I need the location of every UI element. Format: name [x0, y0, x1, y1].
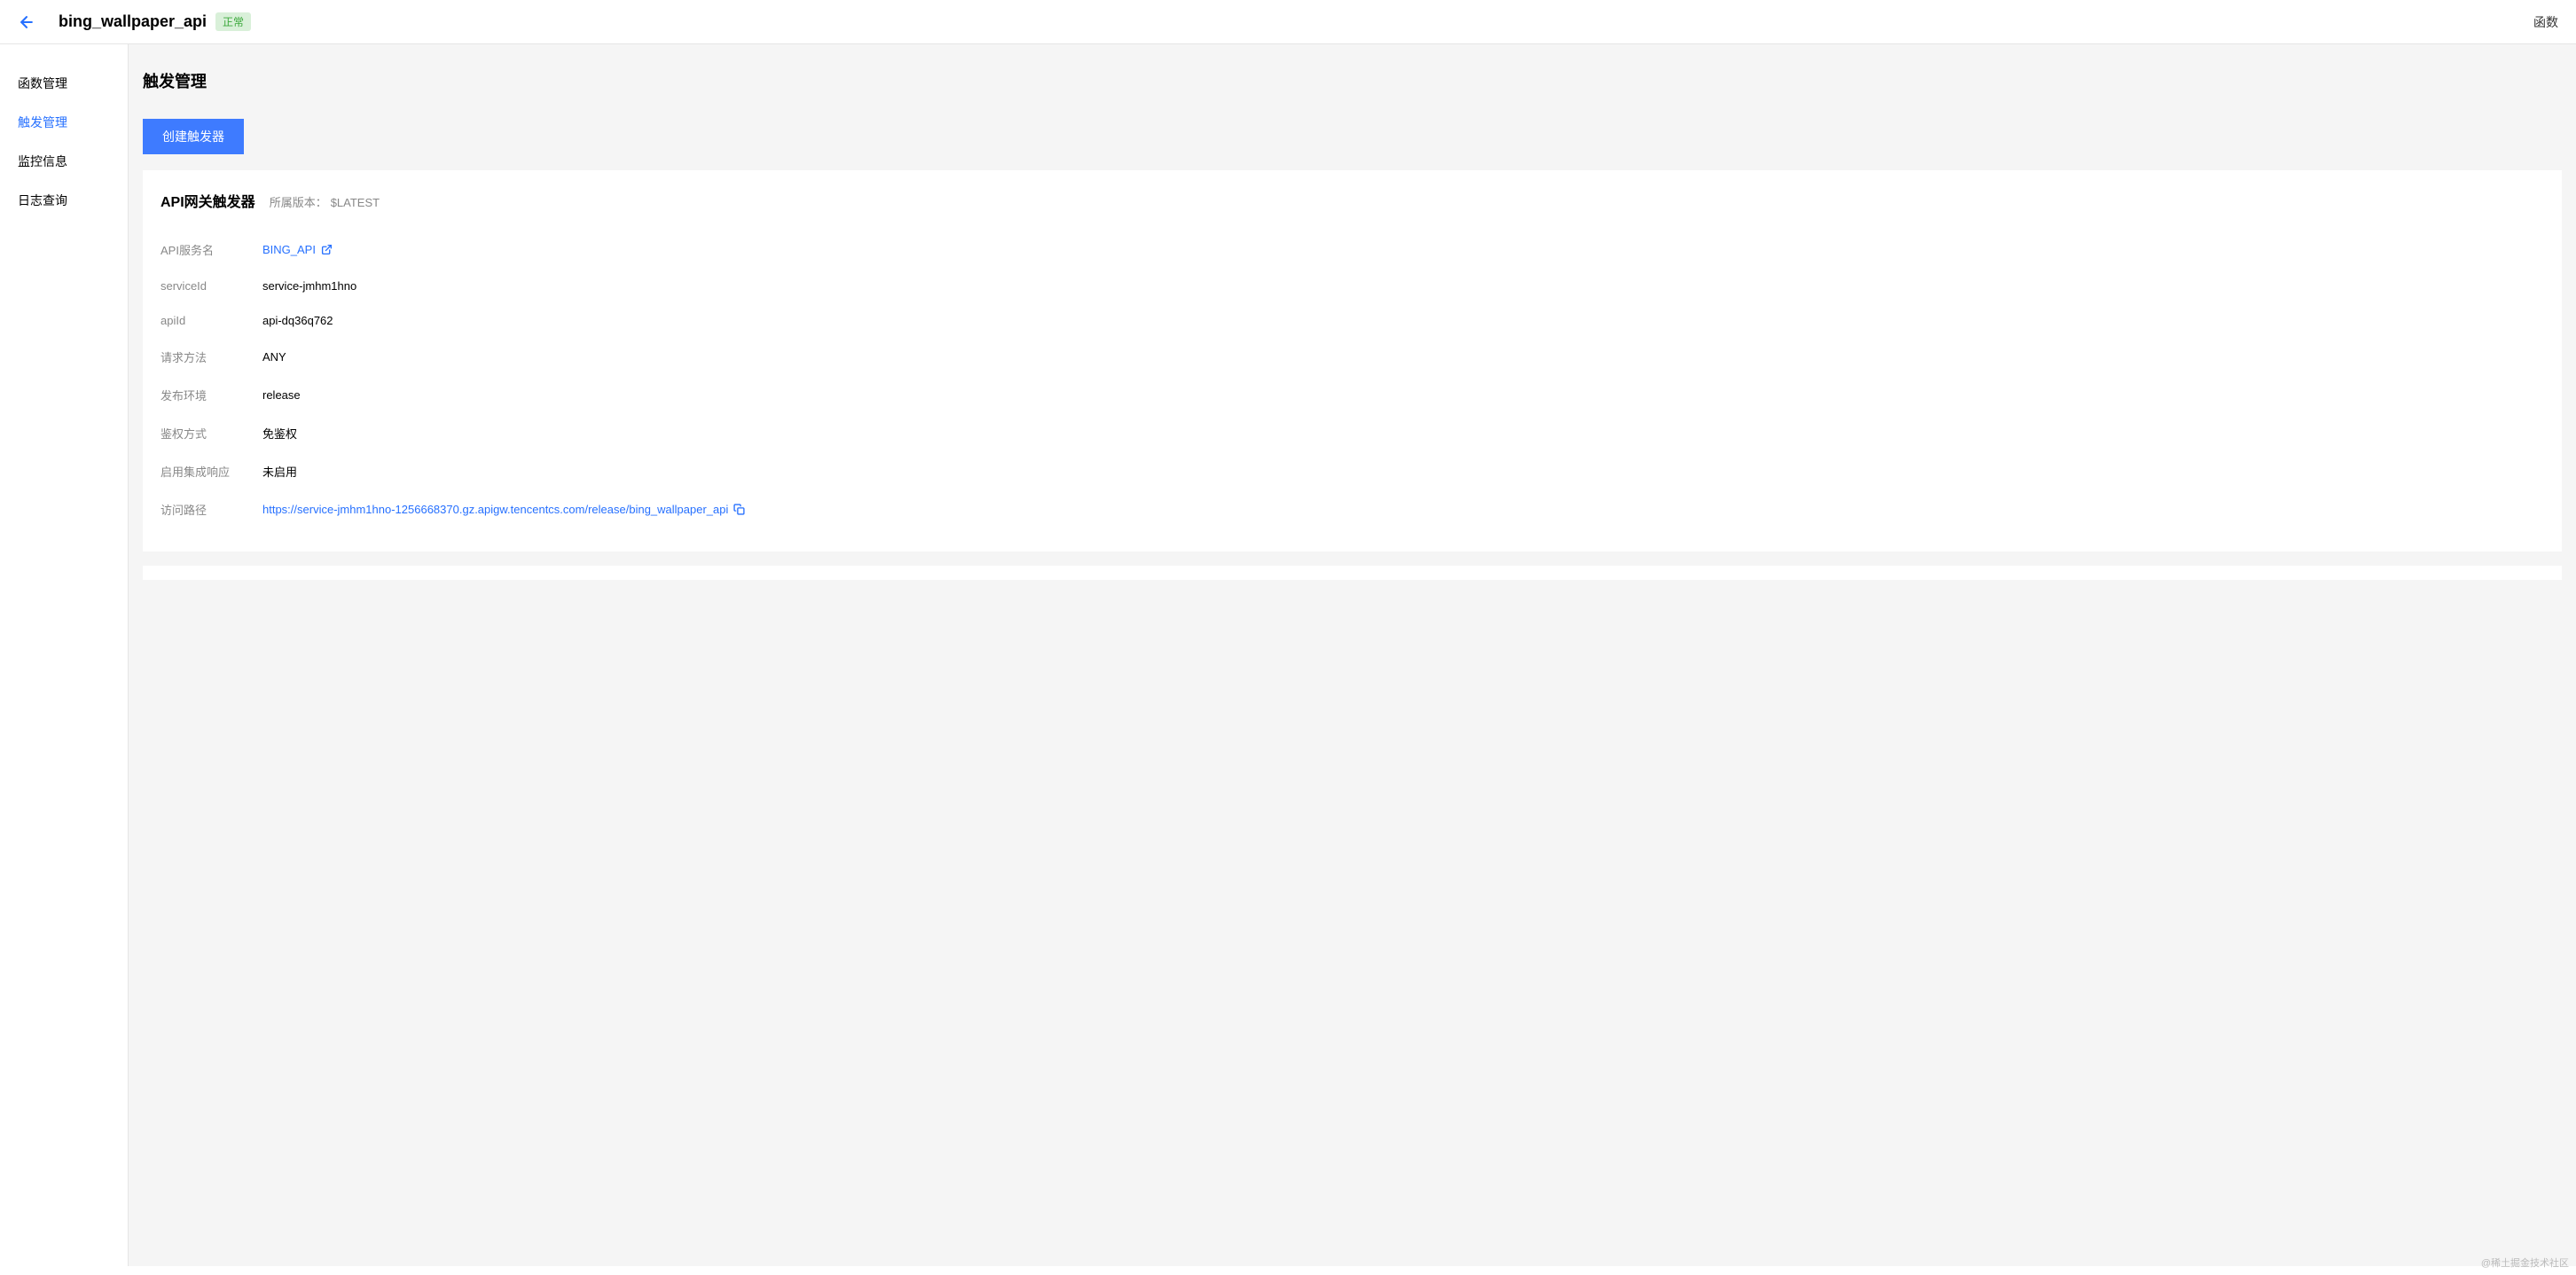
field-label: 请求方法 — [161, 348, 262, 365]
field-value: ANY — [262, 350, 286, 364]
card-version-value: $LATEST — [331, 196, 380, 209]
main-content: 触发管理 创建触发器 API网关触发器 所属版本： $LATEST API服务名… — [129, 44, 2576, 1266]
field-label: 访问路径 — [161, 501, 262, 518]
trigger-card-next — [143, 566, 2562, 580]
field-value: service-jmhm1hno — [262, 279, 356, 293]
status-badge: 正常 — [215, 12, 251, 31]
field-row-auth-method: 鉴权方式 免鉴权 — [161, 414, 2544, 452]
create-trigger-button[interactable]: 创建触发器 — [143, 119, 244, 154]
field-label: API服务名 — [161, 241, 262, 258]
field-value: release — [262, 388, 301, 402]
field-label: serviceId — [161, 279, 262, 293]
sidebar: 函数管理 触发管理 监控信息 日志查询 — [0, 44, 129, 1266]
page-heading: 触发管理 — [143, 69, 2576, 92]
page-header: bing_wallpaper_api 正常 函数 — [0, 0, 2576, 44]
field-row-access-path: 访问路径 https://service-jmhm1hno-1256668370… — [161, 490, 2544, 528]
field-label: apiId — [161, 314, 262, 327]
field-row-api-service-name: API服务名 BING_API — [161, 231, 2544, 269]
trigger-card: API网关触发器 所属版本： $LATEST API服务名 BING_API — [143, 170, 2562, 551]
field-row-integration-response: 启用集成响应 未启用 — [161, 452, 2544, 490]
card-title: API网关触发器 — [161, 190, 255, 211]
field-label: 发布环境 — [161, 387, 262, 403]
sidebar-item-monitor[interactable]: 监控信息 — [0, 142, 128, 181]
access-path-link[interactable]: https://service-jmhm1hno-1256668370.gz.a… — [262, 503, 745, 516]
field-value-text: https://service-jmhm1hno-1256668370.gz.a… — [262, 503, 728, 516]
external-link-icon — [321, 244, 333, 255]
field-value: api-dq36q762 — [262, 314, 333, 327]
api-service-link[interactable]: BING_API — [262, 243, 333, 256]
sidebar-item-label: 函数管理 — [18, 76, 67, 90]
field-row-service-id: serviceId service-jmhm1hno — [161, 269, 2544, 303]
watermark: @稀土掘金技术社区 — [2481, 1255, 2569, 1270]
card-version-label: 所属版本： — [270, 193, 327, 210]
sidebar-item-logs[interactable]: 日志查询 — [0, 181, 128, 220]
sidebar-item-label: 日志查询 — [18, 193, 67, 207]
field-value: 免鉴权 — [262, 425, 297, 442]
page-title: bing_wallpaper_api — [59, 12, 207, 31]
sidebar-item-trigger-mgmt[interactable]: 触发管理 — [0, 103, 128, 142]
field-row-api-id: apiId api-dq36q762 — [161, 303, 2544, 338]
back-arrow-icon[interactable] — [18, 13, 35, 31]
field-label: 启用集成响应 — [161, 463, 262, 480]
field-value: 未启用 — [262, 463, 297, 480]
field-value-text: BING_API — [262, 243, 316, 256]
sidebar-item-label: 监控信息 — [18, 154, 67, 168]
card-header: API网关触发器 所属版本： $LATEST — [161, 190, 2544, 211]
header-right-text: 函数 — [2533, 13, 2558, 31]
field-label: 鉴权方式 — [161, 425, 262, 442]
sidebar-item-function-mgmt[interactable]: 函数管理 — [0, 64, 128, 103]
header-left: bing_wallpaper_api 正常 — [18, 12, 251, 31]
body-wrap: 函数管理 触发管理 监控信息 日志查询 触发管理 创建触发器 API网关触发器 … — [0, 44, 2576, 1266]
field-row-request-method: 请求方法 ANY — [161, 338, 2544, 376]
field-row-release-env: 发布环境 release — [161, 376, 2544, 414]
sidebar-item-label: 触发管理 — [18, 115, 67, 129]
copy-icon[interactable] — [733, 504, 745, 515]
